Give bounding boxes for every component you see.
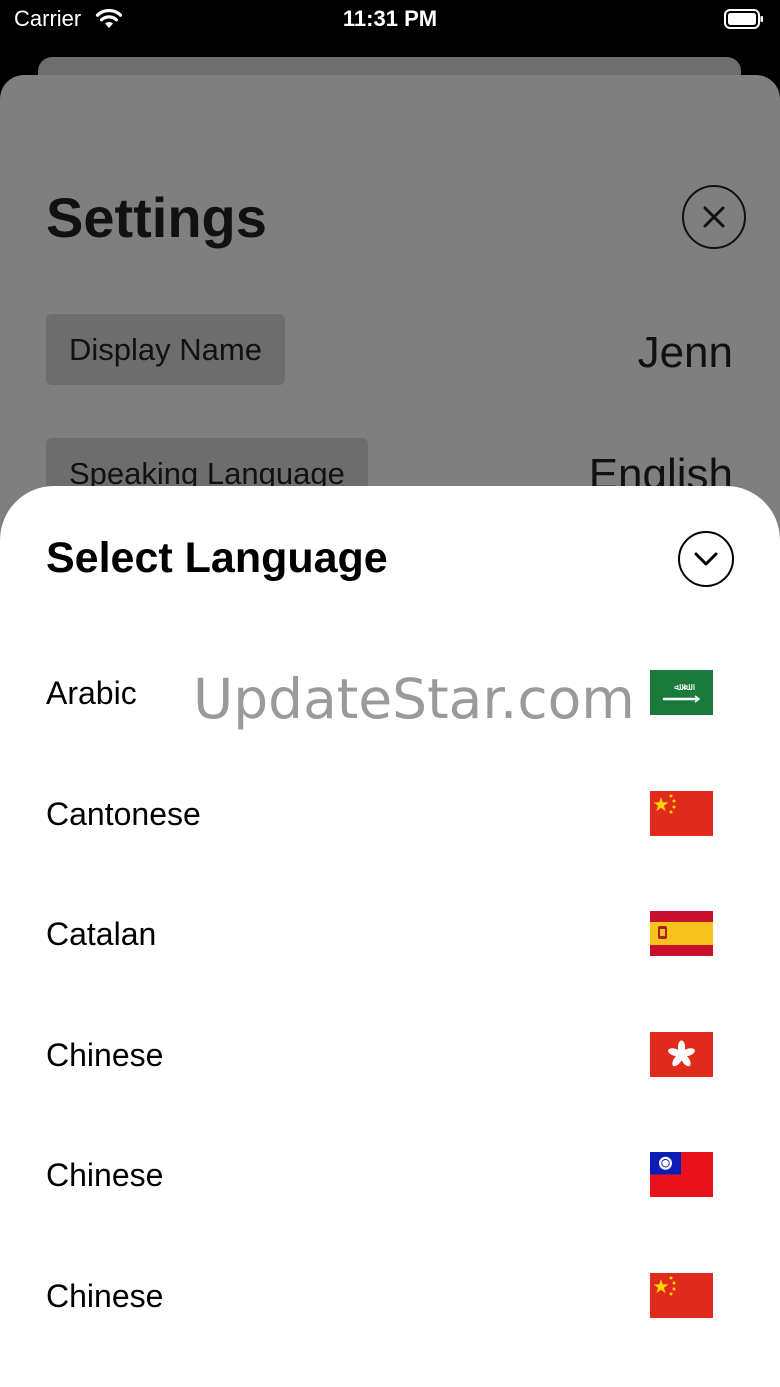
china-flag-icon [650, 1273, 713, 1318]
hong-kong-flag-icon [650, 1032, 713, 1077]
display-name-value: Jenn [637, 328, 733, 377]
watermark: UpdateStar.com [193, 667, 635, 731]
settings-title: Settings [46, 186, 267, 249]
language-row-cantonese[interactable]: Cantonese [0, 774, 780, 894]
clock: 11:31 PM [342, 6, 438, 31]
modal-title: Select Language [46, 534, 388, 582]
taiwan-flag-icon [650, 1152, 713, 1197]
close-icon [703, 206, 725, 228]
spain-flag-icon [650, 911, 713, 956]
saudi-arabia-flag-icon: ﷲ ﷲ [650, 670, 713, 715]
language-row-chinese-tw[interactable]: Chinese [0, 1135, 780, 1255]
language-name: Chinese [46, 1157, 164, 1193]
language-name: Arabic [46, 675, 137, 711]
language-name: Catalan [46, 916, 157, 952]
close-button[interactable] [682, 185, 746, 249]
language-row-catalan[interactable]: Catalan [0, 894, 780, 1014]
battery-icon [724, 9, 763, 29]
language-name: Chinese [46, 1037, 164, 1073]
language-name: Chinese [46, 1278, 164, 1314]
display-name-label[interactable]: Display Name [46, 314, 285, 385]
china-flag-icon [650, 791, 713, 836]
select-language-modal: Select Language Arabic ﷲ ﷲ Cantonese Cat… [0, 486, 780, 1387]
language-name: Cantonese [46, 796, 201, 832]
dismiss-button[interactable] [678, 531, 734, 587]
chevron-down-icon [694, 552, 718, 566]
language-row-chinese-cn[interactable]: Chinese [0, 1256, 780, 1376]
language-row-chinese-hk[interactable]: Chinese [0, 1015, 780, 1135]
status-bar: Carrier 11:31 PM [0, 0, 780, 44]
